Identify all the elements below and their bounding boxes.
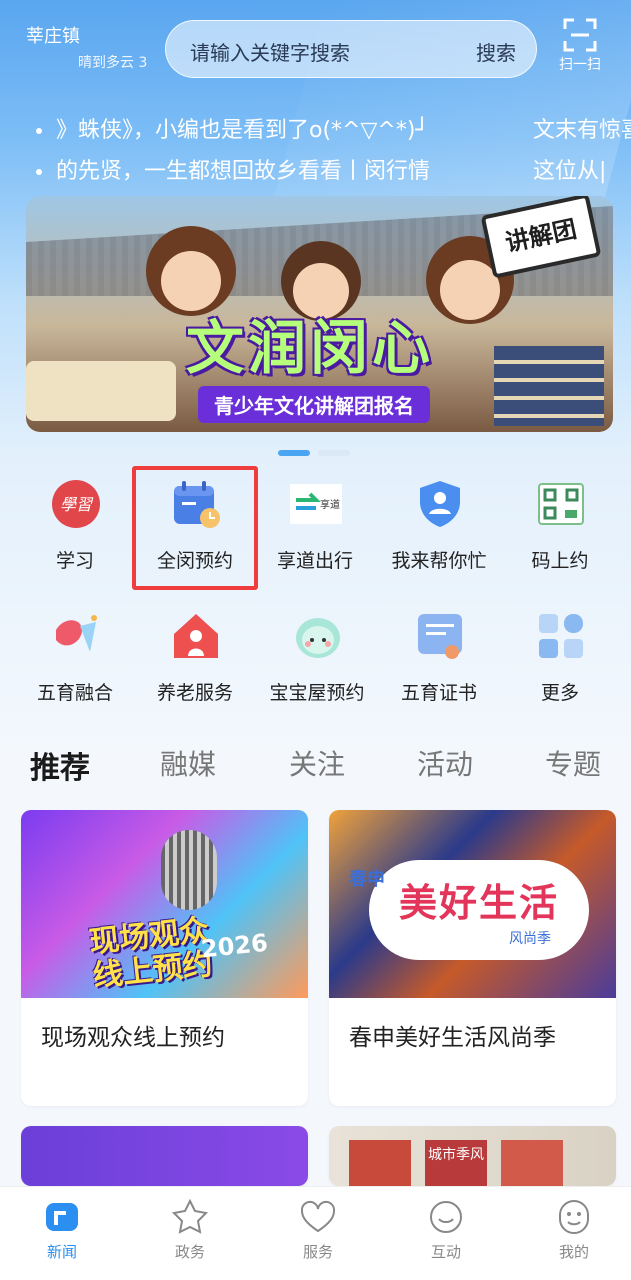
carousel-dot-active[interactable] xyxy=(278,450,310,456)
ticker-text-1b: 文末有惊喜 xyxy=(533,118,631,143)
banner-books-decoration xyxy=(494,346,604,426)
book-cover xyxy=(349,1140,411,1186)
service-baby-house[interactable]: 宝宝屋预约 xyxy=(254,602,380,722)
service-label: 享道出行 xyxy=(276,550,353,572)
grid-icon xyxy=(539,614,583,658)
nav-label: 互动 xyxy=(430,1243,461,1261)
scan-icon xyxy=(563,18,597,52)
service-label: 宝宝屋预约 xyxy=(269,682,365,704)
service-help[interactable]: 我来帮你忙 xyxy=(376,470,502,590)
weather-label: 晴到多云 3 xyxy=(78,55,148,71)
nav-interaction[interactable]: 互动 xyxy=(406,1197,486,1262)
service-label: 学习 xyxy=(55,550,94,572)
study-icon: 學習 xyxy=(52,480,100,528)
bullet-dot xyxy=(36,169,42,175)
nav-news[interactable]: 新闻 xyxy=(22,1197,102,1262)
service-more[interactable]: 更多 xyxy=(497,602,623,722)
bullet-dot xyxy=(36,128,42,134)
five-edu-icon xyxy=(56,615,97,652)
card-image-foot-text: 风尚季 xyxy=(509,931,551,947)
tab-topic[interactable]: 专题 xyxy=(545,743,601,783)
banner-title: 文润闵心 xyxy=(186,314,435,382)
book-cover: 城市季风 xyxy=(425,1140,487,1186)
service-xiangdao[interactable]: 享道 享道出行 xyxy=(252,470,378,590)
search-placeholder[interactable]: 请输入关键字搜索 xyxy=(190,37,350,66)
carousel-dot[interactable] xyxy=(318,450,350,456)
card-title: 春申美好生活风尚季 xyxy=(349,1025,556,1051)
card-title: 现场观众线上预约 xyxy=(41,1025,225,1051)
news-icon xyxy=(46,1203,78,1231)
search-bar[interactable]: 请输入关键字搜索 搜索 xyxy=(165,20,537,78)
xiangdao-icon: 享道 xyxy=(290,484,342,524)
service-elderly[interactable]: 养老服务 xyxy=(132,602,258,722)
nav-government[interactable]: 政务 xyxy=(150,1197,230,1262)
news-ticker-line-1[interactable]: 》蛛侠》，小编也是看到了o(*^▽^*)┘ 文末有惊喜 xyxy=(36,112,631,144)
ticker-text-2: 的先贤，一生都想回故乡看看丨闵行情 xyxy=(56,159,431,184)
shield-user-icon xyxy=(420,481,460,527)
banner-subtitle: 青少年文化讲解团报名 xyxy=(198,386,430,423)
top-bar: 莘庄镇 晴到多云 3 请输入关键字搜索 搜索 扫一扫 xyxy=(0,0,631,100)
content-tabs: 推荐 融媒 关注 活动 专题 xyxy=(0,735,631,795)
tab-activity[interactable]: 活动 xyxy=(417,743,473,783)
nav-label: 我的 xyxy=(558,1243,589,1261)
news-card[interactable]: 城市季风 xyxy=(329,1126,616,1186)
service-label: 码上约 xyxy=(531,550,589,572)
tab-recommend[interactable]: 推荐 xyxy=(30,743,90,787)
nav-service[interactable]: 服务 xyxy=(278,1197,358,1262)
card-image xyxy=(21,1126,308,1186)
news-card[interactable]: 现场观众 线上预约 2026 现场观众线上预约 xyxy=(21,810,308,1106)
banner-scroll-decoration xyxy=(26,361,176,421)
nav-mine[interactable]: 我的 xyxy=(534,1197,614,1262)
ticker-text-2b: 这位从| xyxy=(533,159,607,184)
service-label: 五育证书 xyxy=(400,682,477,704)
baby-icon xyxy=(296,618,340,658)
news-ticker-line-2[interactable]: 的先贤，一生都想回故乡看看丨闵行情 这位从| xyxy=(36,153,631,185)
card-image-year: 2026 xyxy=(199,928,270,964)
svg-text:學習: 學習 xyxy=(60,495,94,514)
microphone-icon xyxy=(161,830,217,910)
ticker-text-1: 》蛛侠》，小编也是看到了o(*^▽^*)┘ xyxy=(56,118,429,143)
service-five-edu[interactable]: 五育融合 xyxy=(12,602,138,722)
promo-banner[interactable]: 讲解团 文润闵心 青少年文化讲解团报名 xyxy=(26,196,613,432)
search-button[interactable]: 搜索 xyxy=(476,37,516,66)
card-image: 春申 美好生活 风尚季 xyxy=(329,810,616,998)
scan-button[interactable]: 扫一扫 xyxy=(553,18,607,80)
card-image: 城市季风 xyxy=(329,1126,616,1186)
certificate-icon xyxy=(418,614,462,659)
chat-icon xyxy=(430,1201,462,1233)
nav-label: 政务 xyxy=(174,1243,205,1261)
nav-label: 新闻 xyxy=(46,1243,77,1261)
tab-follow[interactable]: 关注 xyxy=(289,743,345,783)
carousel-indicator xyxy=(278,450,354,456)
service-qrcode[interactable]: 码上约 xyxy=(497,470,623,590)
house-icon xyxy=(174,614,218,658)
tab-media[interactable]: 融媒 xyxy=(160,743,216,783)
book-cover xyxy=(501,1140,563,1186)
service-label: 更多 xyxy=(540,682,579,704)
location-label[interactable]: 莘庄镇 xyxy=(26,22,80,48)
service-label: 五育融合 xyxy=(36,682,113,704)
nav-label: 服务 xyxy=(302,1243,333,1261)
service-study[interactable]: 學習 学习 xyxy=(12,470,138,590)
service-label: 我来帮你忙 xyxy=(391,550,487,572)
qrcode-icon xyxy=(538,483,584,525)
card-image: 现场观众 线上预约 2026 xyxy=(21,810,308,998)
card-image-text: 美好生活 xyxy=(399,881,560,925)
news-card[interactable]: 春申 美好生活 风尚季 春申美好生活风尚季 xyxy=(329,810,616,1106)
smile-icon xyxy=(559,1200,589,1234)
service-certificate[interactable]: 五育证书 xyxy=(376,602,502,722)
svg-text:享道: 享道 xyxy=(320,498,340,511)
scan-label: 扫一扫 xyxy=(559,57,601,73)
card-image-small-text: 春申 xyxy=(349,869,385,890)
card-image-text: 现场观众 线上预约 xyxy=(87,912,215,995)
news-card[interactable] xyxy=(21,1126,308,1186)
highlight-box xyxy=(132,466,258,590)
star-icon xyxy=(171,1198,209,1234)
heart-icon xyxy=(300,1200,336,1233)
bottom-navigation: 新闻 政务 服务 互动 我的 xyxy=(0,1186,631,1280)
service-label: 养老服务 xyxy=(156,682,233,704)
